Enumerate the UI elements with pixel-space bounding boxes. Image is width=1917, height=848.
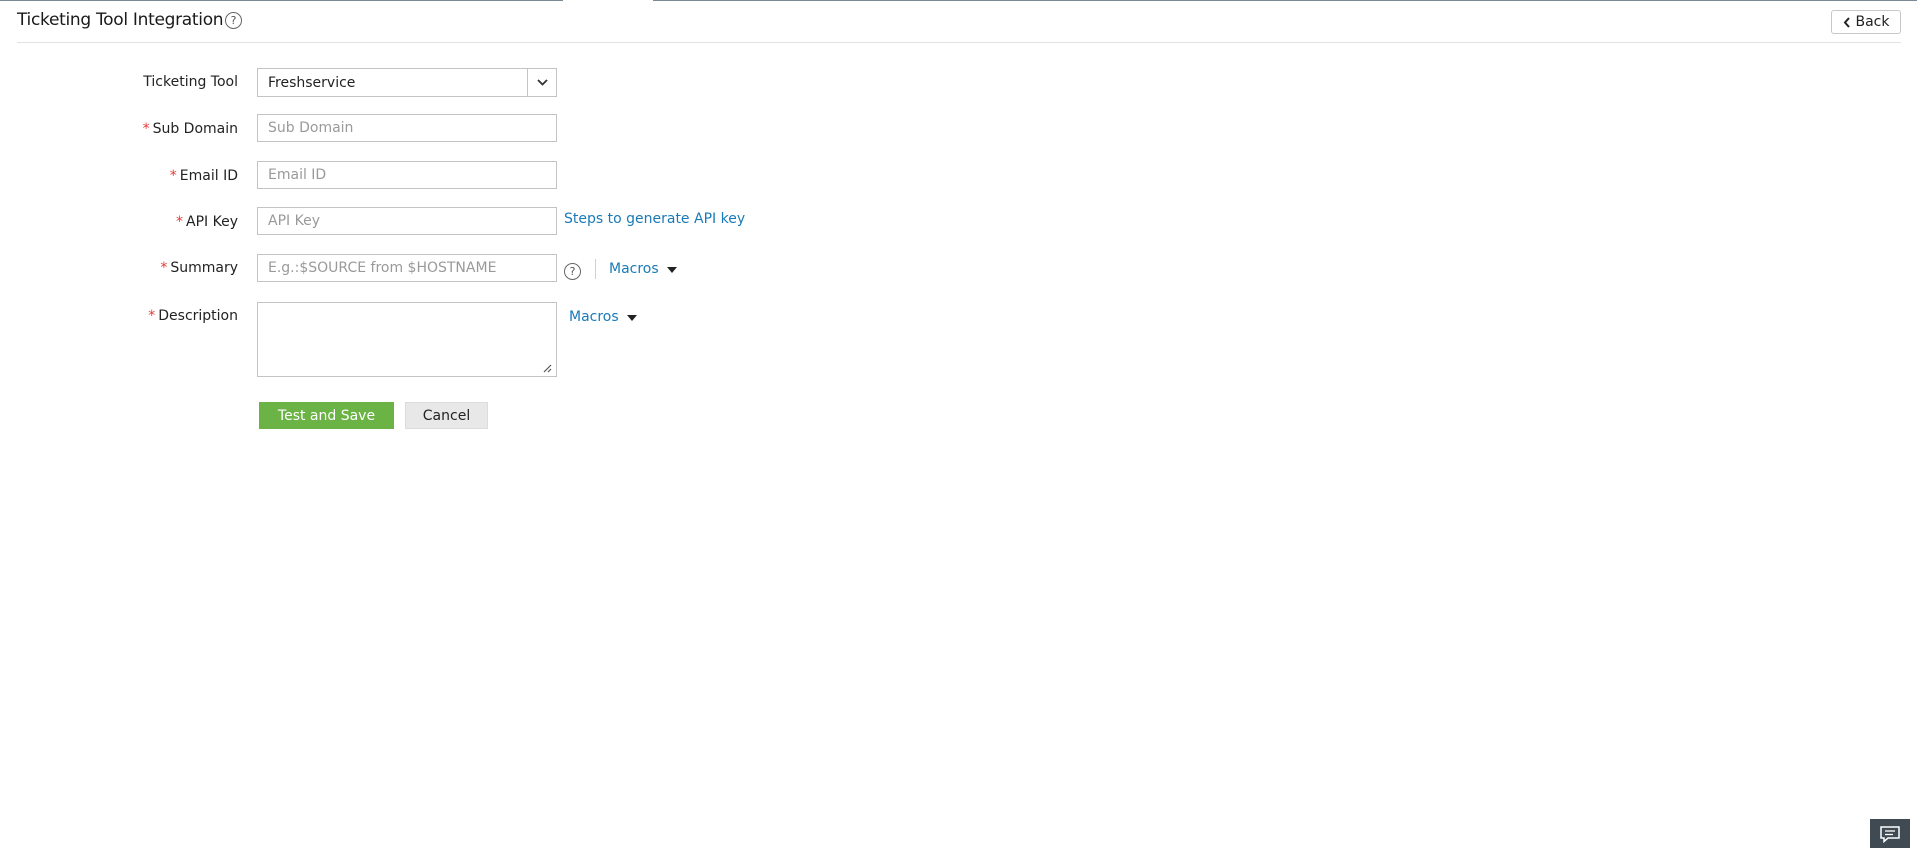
cancel-button[interactable]: Cancel (405, 402, 488, 429)
email-id-label: * Email ID (170, 168, 238, 184)
description-label-text: Description (158, 308, 238, 324)
ticketing-tool-select[interactable]: Freshservice (257, 68, 557, 97)
api-key-label-text: API Key (186, 214, 238, 230)
description-label: * Description (148, 308, 238, 324)
sub-domain-label: * Sub Domain (143, 121, 238, 137)
sub-domain-label-text: Sub Domain (152, 121, 238, 137)
required-marker: * (142, 121, 150, 137)
ticketing-tool-value: Freshservice (268, 75, 356, 91)
caret-down-icon (666, 267, 677, 273)
back-button-label: Back (1855, 14, 1890, 30)
api-key-label: * API Key (176, 214, 238, 230)
ticketing-tool-label: Ticketing Tool (143, 74, 238, 90)
required-marker: * (160, 260, 168, 276)
required-marker: * (148, 308, 156, 324)
summary-macros-dropdown[interactable]: Macros (609, 261, 677, 277)
description-textarea[interactable] (257, 302, 557, 377)
summary-label-text: Summary (170, 260, 238, 276)
chevron-left-icon (1843, 16, 1850, 28)
description-macros-dropdown[interactable]: Macros (569, 309, 637, 325)
caret-down-icon (626, 315, 637, 321)
test-and-save-button[interactable]: Test and Save (259, 402, 394, 429)
email-id-input[interactable] (257, 161, 557, 189)
description-macros-label: Macros (569, 309, 619, 325)
email-id-label-text: Email ID (179, 168, 238, 184)
page-title: Ticketing Tool Integration (17, 10, 224, 30)
required-marker: * (169, 168, 177, 184)
help-icon[interactable]: ? (225, 12, 242, 29)
chevron-down-icon[interactable] (527, 69, 556, 96)
summary-label: * Summary (160, 260, 238, 276)
api-key-steps-link[interactable]: Steps to generate API key (564, 211, 745, 227)
summary-help-icon[interactable]: ? (564, 263, 581, 280)
required-marker: * (176, 214, 184, 230)
api-key-input[interactable] (257, 207, 557, 235)
summary-input[interactable] (257, 254, 557, 282)
divider (595, 259, 596, 279)
chat-button[interactable] (1870, 819, 1910, 848)
chat-bubble-icon (1880, 825, 1900, 843)
sub-domain-input[interactable] (257, 114, 557, 142)
back-button[interactable]: Back (1831, 10, 1901, 34)
summary-macros-label: Macros (609, 261, 659, 277)
resize-grip-icon[interactable] (543, 364, 552, 373)
ticketing-tool-label-text: Ticketing Tool (143, 74, 238, 90)
page-header: Ticketing Tool Integration ? Back (17, 0, 1901, 43)
